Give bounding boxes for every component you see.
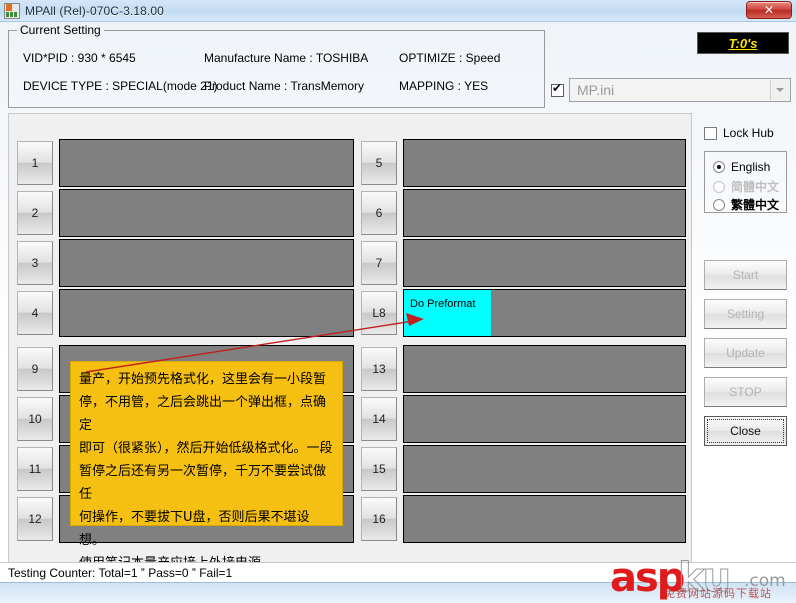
- slot-button[interactable]: 2: [17, 191, 53, 235]
- title-bar: MPAll (Rel)-070C-3.18.00 ✕: [0, 0, 796, 22]
- annotation-line: 何操作，不要拔下U盘，否则后果不堪设想。: [79, 510, 310, 548]
- app-icon: [4, 2, 20, 19]
- slot-row: 6: [361, 189, 686, 237]
- vid-pid-value: VID*PID : 930 * 6545: [23, 51, 136, 65]
- slot-row: 7: [361, 239, 686, 287]
- slot-button[interactable]: 4: [17, 291, 53, 335]
- status-bar: Testing Counter: Total=1 ˮ Pass=0 ˮ Fail…: [0, 562, 796, 582]
- annotation-note: 量产，开始预先格式化，这里会有一小段暂 停，不用管，之后会跳出一个弹出框，点确定…: [70, 361, 343, 571]
- slot-progress-bar: [403, 395, 686, 443]
- slot-row: 2: [17, 189, 354, 237]
- ini-file-value: MP.ini: [577, 82, 615, 98]
- close-button[interactable]: Close: [704, 416, 787, 446]
- slot-row: 13: [361, 345, 686, 393]
- slot-status-label: Do Preformat: [410, 298, 476, 310]
- slot-button[interactable]: 5: [361, 141, 397, 185]
- close-window-button[interactable]: ✕: [746, 1, 792, 19]
- language-option-traditional-chinese[interactable]: 繁體中文: [713, 196, 779, 213]
- slot-progress-bar: [403, 345, 686, 393]
- slot-progress-bar: [403, 189, 686, 237]
- slot-button[interactable]: 6: [361, 191, 397, 235]
- slot-button[interactable]: 7: [361, 241, 397, 285]
- slot-row: 3: [17, 239, 354, 287]
- slot-progress-bar: [403, 445, 686, 493]
- control-sidebar: Lock Hub English 简體中文 繁體中文 Start Setting…: [700, 113, 790, 570]
- radio-icon[interactable]: [713, 180, 725, 193]
- time-counter-text: T:0's: [728, 35, 758, 51]
- update-button[interactable]: Update: [704, 338, 787, 368]
- slot-button[interactable]: 16: [361, 497, 397, 541]
- slot-progress-bar: [59, 289, 354, 337]
- language-label: 简體中文: [731, 180, 780, 194]
- slot-row: 14: [361, 395, 686, 443]
- slot-button[interactable]: L8: [361, 291, 397, 335]
- stop-button[interactable]: STOP: [704, 377, 787, 407]
- slot-progress-bar: [403, 139, 686, 187]
- radio-icon[interactable]: [713, 161, 725, 173]
- annotation-line: 暂停之后还有另一次暂停，千万不要尝试做任: [79, 464, 327, 502]
- chevron-down-icon[interactable]: [770, 80, 789, 100]
- slot-progress-bar: [403, 495, 686, 543]
- ini-enable-checkbox[interactable]: [551, 82, 564, 97]
- start-button[interactable]: Start: [704, 260, 787, 290]
- slot-progress-bar: [59, 239, 354, 287]
- lock-hub-label: Lock Hub: [723, 126, 774, 140]
- language-option-english[interactable]: English: [713, 160, 770, 174]
- slot-button[interactable]: 13: [361, 347, 397, 391]
- slot-button[interactable]: 10: [17, 397, 53, 441]
- slot-row: 4: [17, 289, 354, 337]
- slot-progress-fill: [404, 290, 492, 336]
- current-setting-group: Current Setting VID*PID : 930 * 6545 DEV…: [8, 23, 545, 108]
- language-group: English 简體中文 繁體中文: [704, 151, 787, 213]
- window-title: MPAll (Rel)-070C-3.18.00: [25, 3, 164, 18]
- device-type-value: DEVICE TYPE : SPECIAL(mode 21): [23, 79, 218, 93]
- slot-row: L8 Do Preformat: [361, 289, 686, 337]
- manufacture-name-value: Manufacture Name : TOSHIBA: [204, 51, 369, 65]
- lock-hub-row[interactable]: Lock Hub: [704, 126, 774, 140]
- window-bottom-band: [0, 582, 796, 603]
- slot-progress-bar: [403, 239, 686, 287]
- optimize-value: OPTIMIZE : Speed: [399, 51, 501, 65]
- slot-button[interactable]: 9: [17, 347, 53, 391]
- product-name-value: Product Name : TransMemory: [204, 79, 365, 93]
- setting-button[interactable]: Setting: [704, 299, 787, 329]
- slot-button[interactable]: 3: [17, 241, 53, 285]
- slot-row: 16: [361, 495, 686, 543]
- time-counter-badge: T:0's: [697, 32, 789, 54]
- slot-button[interactable]: 15: [361, 447, 397, 491]
- slot-button[interactable]: 11: [17, 447, 53, 491]
- testing-counter-text: Testing Counter: Total=1 ˮ Pass=0 ˮ Fail…: [8, 565, 233, 580]
- slot-progress-bar: [59, 189, 354, 237]
- annotation-line: 量产，开始预先格式化，这里会有一小段暂: [79, 372, 327, 387]
- slot-button[interactable]: 14: [361, 397, 397, 441]
- language-label: 繁體中文: [731, 198, 780, 212]
- lock-hub-checkbox[interactable]: [704, 126, 717, 140]
- slot-button[interactable]: 1: [17, 141, 53, 185]
- slot-row: 15: [361, 445, 686, 493]
- radio-icon[interactable]: [713, 198, 725, 211]
- language-option-simplified-chinese[interactable]: 简體中文: [713, 178, 779, 195]
- mapping-value: MAPPING : YES: [399, 79, 489, 93]
- annotation-line: 停，不用管，之后会跳出一个弹出框，点确定: [79, 395, 327, 433]
- slot-progress-bar: [59, 139, 354, 187]
- slot-row: 5: [361, 139, 686, 187]
- slot-progress-bar: Do Preformat: [403, 289, 686, 337]
- language-label: English: [731, 160, 771, 174]
- slot-button[interactable]: 12: [17, 497, 53, 541]
- slot-row: 1: [17, 139, 354, 187]
- annotation-line: 即可（很紧张），然后开始低级格式化。一段: [79, 441, 333, 456]
- application-window: MPAll (Rel)-070C-3.18.00 ✕ Current Setti…: [0, 0, 796, 603]
- ini-file-combobox[interactable]: MP.ini: [569, 78, 791, 102]
- current-setting-legend: Current Setting: [17, 23, 104, 37]
